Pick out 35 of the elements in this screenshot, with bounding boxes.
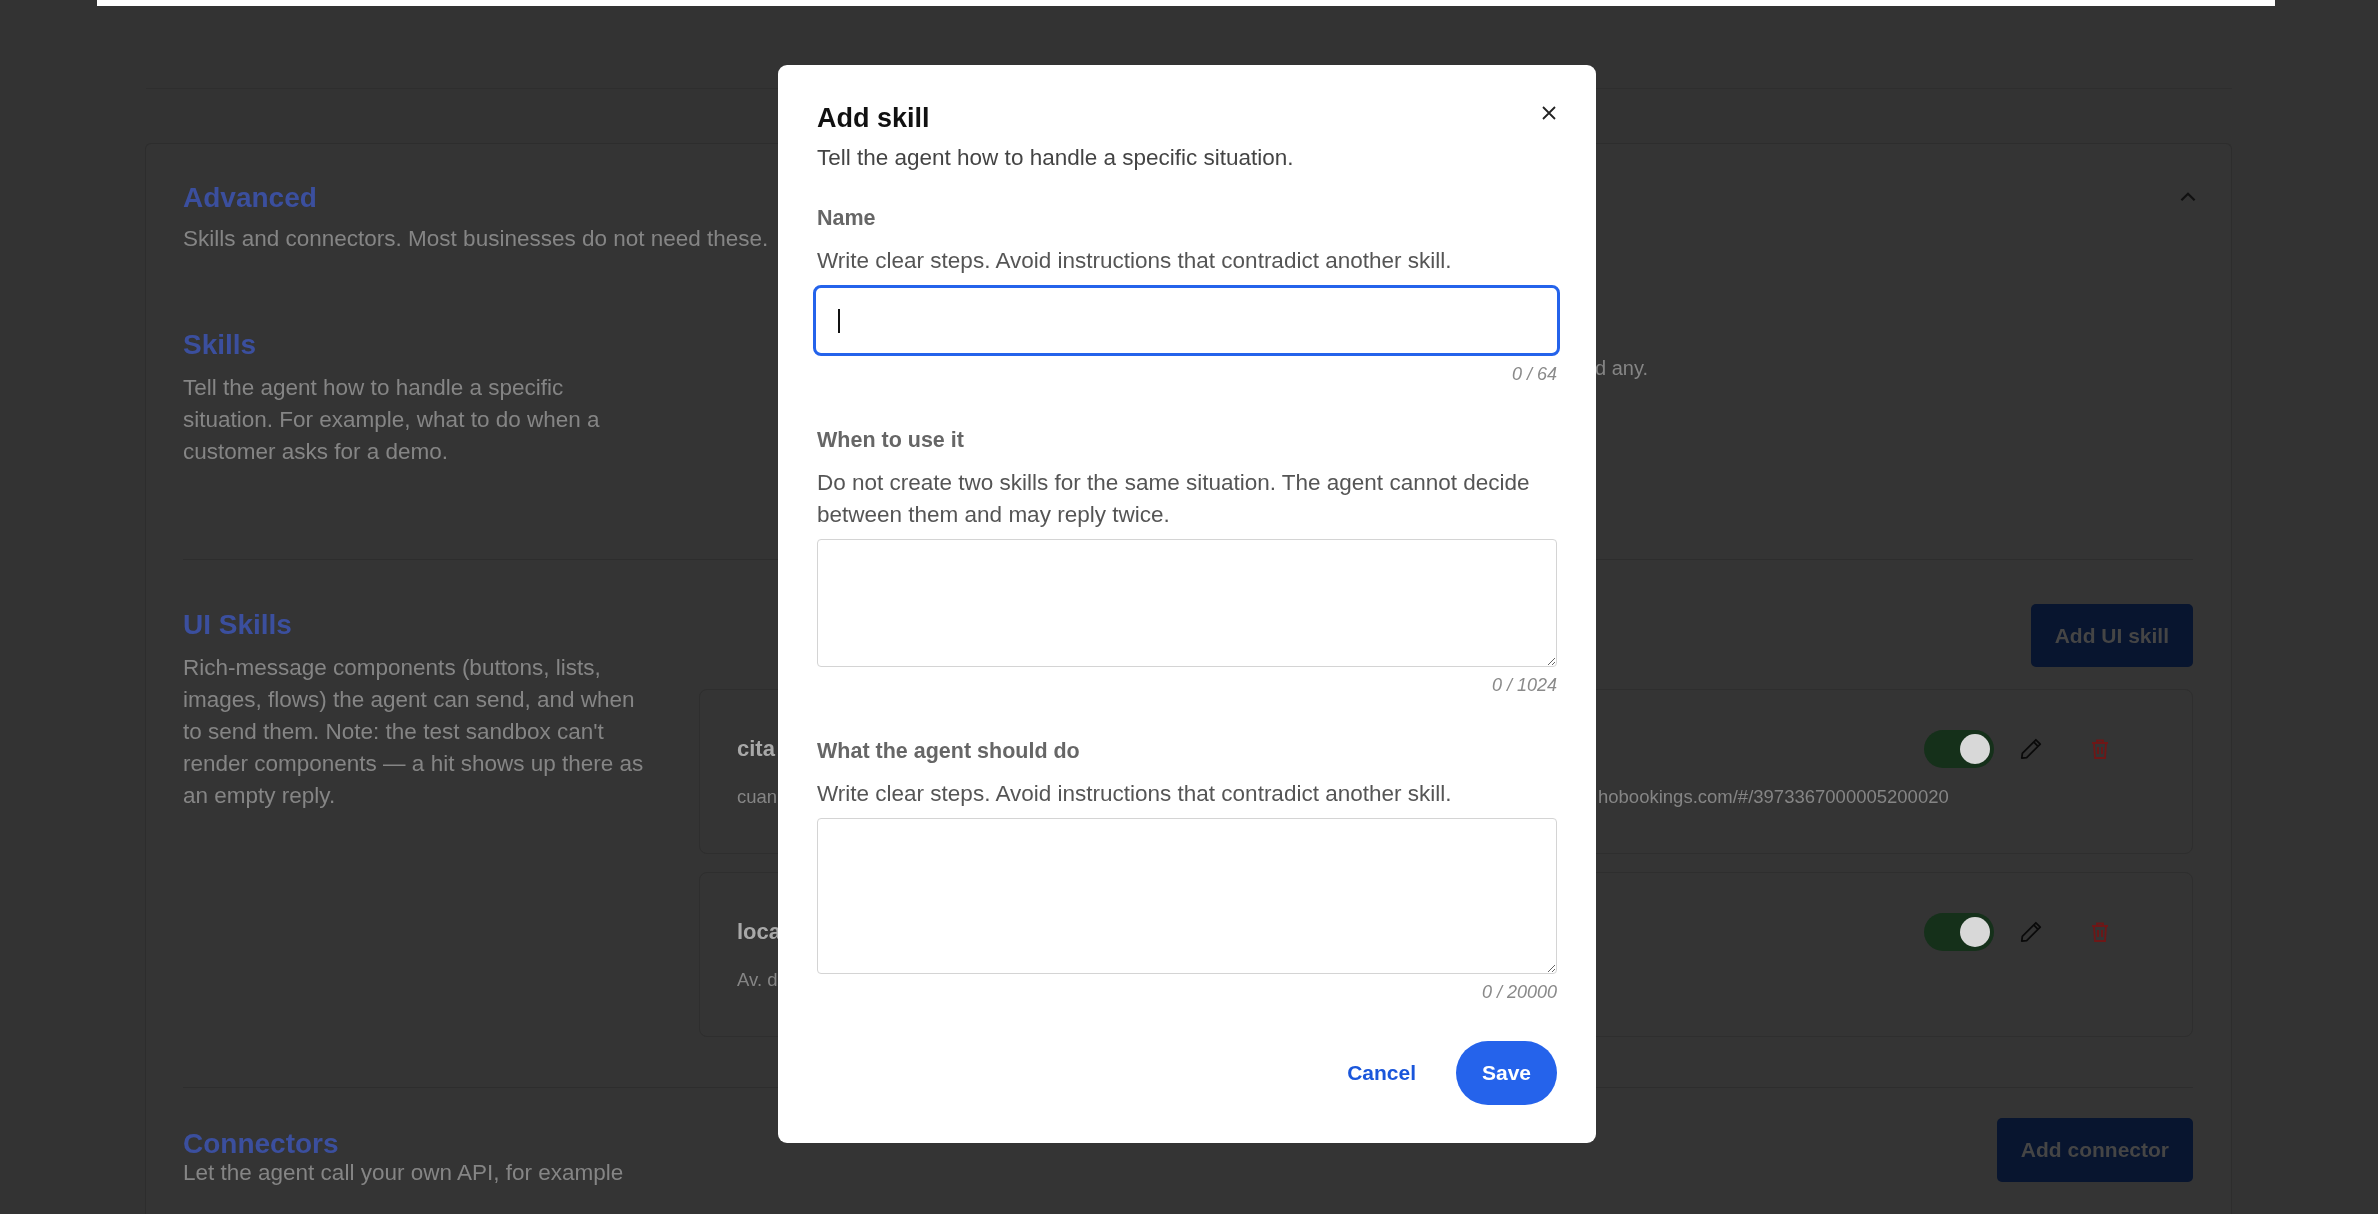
skills-description: Tell the agent how to handle a specific situation. For example, what to do when a customer asks for a demo.: [183, 374, 601, 466]
save-button[interactable]: Save: [1456, 1041, 1557, 1105]
ui-skills-description: Rich-message components (buttons, lists, images, flows) the agent can send, and when to send them. Note: the test sandbox can't render components — a hit shows up there as an empty reply.: [183, 654, 645, 810]
connectors-description: Let the agent call your own API, for example: [183, 1160, 625, 1186]
section-subtitle: Skills and connectors. Most businesses do not need these.: [183, 225, 769, 253]
character-counter: 0 / 1024: [1490, 675, 1557, 696]
dialog-title: Add skill: [817, 102, 930, 135]
textarea-field[interactable]: [817, 818, 1557, 974]
pencil-icon[interactable]: [2018, 919, 2044, 945]
input-field[interactable]: [813, 285, 1560, 356]
ui-skills-title: UI Skills: [183, 609, 293, 641]
skill-detail: hobookings.com/#/3973367000005200020: [1598, 786, 1949, 808]
field-hint: Write clear steps. Avoid instructions that contradict another skill.: [817, 247, 1453, 275]
section-title: Advanced: [183, 181, 318, 215]
skills-note: d any.: [1595, 357, 1648, 380]
textarea-field[interactable]: [817, 539, 1557, 667]
character-counter: 0 / 64: [1510, 364, 1557, 385]
field-label: When to use it: [817, 427, 965, 453]
close-icon[interactable]: [1541, 105, 1557, 121]
toggle-switch[interactable]: [1924, 913, 1994, 951]
field-label: What the agent should do: [817, 738, 1081, 764]
dialog-subtitle: Tell the agent how to handle a specific situation.: [817, 145, 1295, 171]
connectors-title: Connectors: [183, 1128, 340, 1160]
character-counter: 0 / 20000: [1480, 982, 1557, 1003]
field-label: Name: [817, 205, 877, 231]
pencil-icon[interactable]: [2018, 736, 2044, 762]
field-hint: Do not create two skills for the same situation. The agent cannot decide between them and may reply twice.: [817, 469, 1531, 529]
cancel-link[interactable]: Cancel: [1347, 1061, 1416, 1085]
skill-detail: Av. d: [737, 969, 778, 991]
skill-name: cita: [737, 736, 775, 762]
skill-detail: cuan: [737, 786, 778, 808]
skills-title: Skills: [183, 329, 258, 361]
text-cursor: [838, 309, 840, 333]
field-hint: Write clear steps. Avoid instructions that contradict another skill.: [817, 780, 1453, 808]
toggle-switch[interactable]: [1924, 730, 1994, 768]
